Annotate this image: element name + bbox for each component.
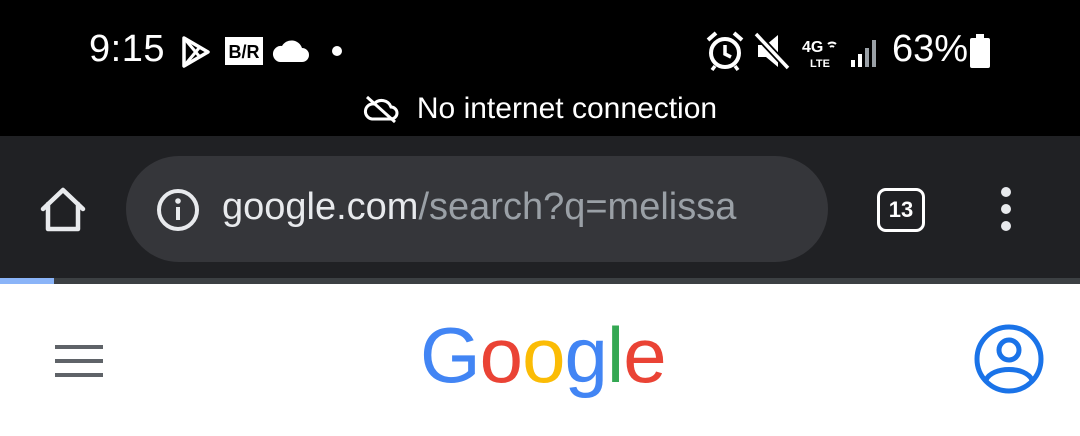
browser-toolbar: google.com/search?q=melissa 13 <box>0 136 1080 278</box>
signal-icon <box>850 36 880 68</box>
bleacher-report-icon: B/R <box>224 36 264 66</box>
url-text[interactable]: google.com/search?q=melissa <box>222 186 736 229</box>
battery-percent: 63% <box>892 28 969 70</box>
account-icon[interactable] <box>972 322 1046 396</box>
play-store-icon <box>180 36 212 68</box>
svg-text:4G: 4G <box>802 39 823 56</box>
logo-letter: e <box>623 311 666 399</box>
hamburger-menu-icon[interactable] <box>54 342 104 380</box>
svg-text:B/R: B/R <box>229 42 260 62</box>
home-icon[interactable] <box>38 186 88 232</box>
site-info-icon[interactable] <box>156 188 200 232</box>
offline-banner: No internet connection <box>0 86 1080 132</box>
alarm-icon <box>704 30 746 72</box>
logo-letter: o <box>479 311 523 399</box>
4g-lte-icon: 4G LTE <box>800 36 840 70</box>
tab-count: 13 <box>888 197 914 222</box>
overflow-menu-icon[interactable] <box>992 184 1020 234</box>
logo-letter: g <box>564 311 607 399</box>
clock: 9:15 <box>89 28 165 70</box>
cloud-icon <box>270 38 310 64</box>
url-host: google.com <box>222 186 419 228</box>
url-path: /search?q=melissa <box>418 186 737 228</box>
logo-letter: o <box>522 311 565 399</box>
google-logo[interactable]: Google <box>420 310 667 401</box>
omnibox[interactable]: google.com/search?q=melissa <box>126 156 828 262</box>
logo-letter: G <box>420 311 481 399</box>
cloud-off-icon <box>363 94 399 124</box>
status-bar: 9:15 B/R 4G LTE 63% No internet connectio… <box>0 0 1080 136</box>
logo-letter: l <box>606 311 624 399</box>
svg-text:LTE: LTE <box>810 58 830 70</box>
offline-message: No internet connection <box>416 92 718 125</box>
google-search-page: Google <box>0 284 1080 436</box>
dot-icon <box>330 44 344 58</box>
tab-switcher-button[interactable]: 13 <box>877 188 925 232</box>
battery-icon <box>968 32 992 70</box>
mute-icon <box>752 30 792 72</box>
